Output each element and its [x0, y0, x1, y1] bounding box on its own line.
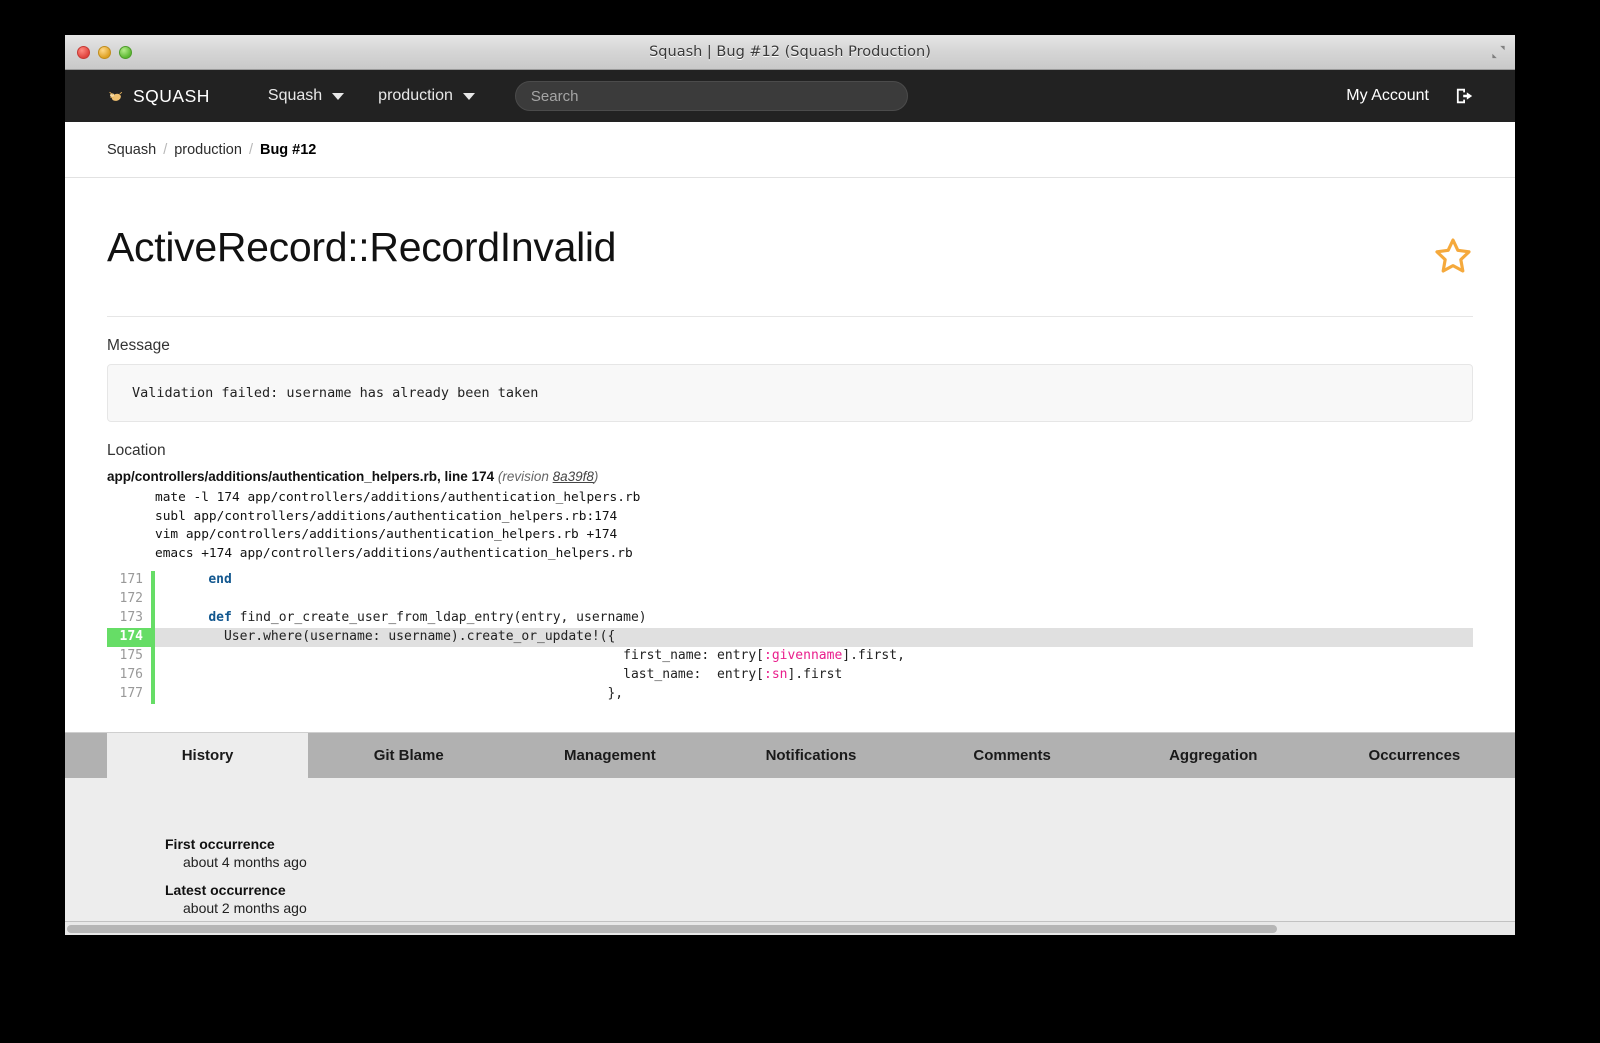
- code-line-number: 174: [107, 628, 155, 648]
- revision-info: (revision 8a39f8): [498, 469, 599, 484]
- code-line: 173 def find_or_create_user_from_ldap_en…: [107, 609, 1473, 629]
- logout-icon[interactable]: [1455, 87, 1475, 105]
- code-line: 171 end: [107, 571, 1473, 591]
- code-token: },: [177, 686, 624, 702]
- code-line-number: 172: [107, 590, 155, 610]
- first-occurrence-value: about 4 months ago: [183, 854, 307, 871]
- first-occurrence-label: First occurrence: [165, 836, 275, 853]
- tab-bar: History Git Blame Management Notifications C…: [65, 732, 1515, 779]
- code-line-text: [155, 590, 1473, 609]
- environment-dropdown[interactable]: production: [378, 87, 475, 105]
- tab-git-blame[interactable]: Git Blame: [308, 733, 510, 779]
- title-divider: [107, 316, 1473, 317]
- traffic-light-buttons: [77, 45, 132, 59]
- revision-suffix: ): [593, 469, 599, 484]
- code-line-text: User.where(username: username).create_or…: [155, 628, 1473, 648]
- code-line-text: },: [155, 685, 1473, 704]
- code-line: 175 first_name: entry[:givenname].first,: [107, 647, 1473, 667]
- navbar-right-group: My Account: [1346, 70, 1475, 122]
- chevron-down-icon: [332, 92, 345, 100]
- location-file-line: app/controllers/additions/authentication…: [107, 469, 1473, 484]
- tab-comments[interactable]: Comments: [911, 733, 1113, 779]
- application-window: Squash | Bug #12 (Squash Production) SQU…: [65, 35, 1515, 935]
- code-line: 176 last_name: entry[:sn].first: [107, 666, 1473, 686]
- window-titlebar: Squash | Bug #12 (Squash Production): [65, 35, 1515, 70]
- code-line-text: first_name: entry[:givenname].first,: [155, 647, 1473, 666]
- window-title: Squash | Bug #12 (Squash Production): [649, 44, 931, 60]
- location-label: Location: [107, 442, 166, 459]
- code-line-number: 176: [107, 666, 155, 686]
- search-input[interactable]: [514, 81, 908, 111]
- tab-notifications[interactable]: Notifications: [710, 733, 912, 779]
- app-navbar: SQUASH Squash production My Account: [65, 70, 1515, 122]
- code-token-sym: :sn: [764, 667, 788, 683]
- environment-dropdown-label: production: [378, 87, 453, 104]
- message-box: Validation failed: username has already …: [107, 364, 1473, 422]
- star-outline-icon[interactable]: [1433, 236, 1473, 276]
- code-token-kw: end: [208, 572, 232, 588]
- project-dropdown[interactable]: Squash: [267, 87, 345, 105]
- breadcrumb-item-production[interactable]: production: [174, 142, 242, 158]
- tab-bar-leading-spacer: [65, 733, 107, 779]
- code-line: 172: [107, 590, 1473, 610]
- code-token: first_name: entry[: [177, 648, 764, 664]
- code-line: 174 User.where(username: username).creat…: [107, 628, 1473, 648]
- chevron-down-icon: [462, 92, 475, 100]
- revision-prefix: (revision: [497, 469, 553, 484]
- code-token-sym: :givenname: [764, 648, 843, 664]
- breadcrumb: Squash / production / Bug #12: [65, 122, 1515, 178]
- zoom-window-button[interactable]: [119, 45, 132, 59]
- code-line-number: 173: [107, 609, 155, 629]
- minimize-window-button[interactable]: [98, 45, 111, 59]
- project-dropdown-label: Squash: [267, 87, 323, 104]
- code-token: last_name: entry[: [177, 667, 764, 683]
- code-token: User.where(username: username).create_or…: [177, 629, 616, 645]
- bug-icon: [109, 91, 123, 101]
- code-token-kw: def: [208, 610, 232, 626]
- tab-aggregation[interactable]: Aggregation: [1112, 733, 1314, 779]
- latest-occurrence-label: Latest occurrence: [165, 882, 286, 899]
- code-token: ].first,: [842, 648, 905, 664]
- close-window-button[interactable]: [77, 45, 90, 59]
- message-label: Message: [107, 337, 170, 354]
- code-line-text: end: [155, 571, 1473, 590]
- latest-occurrence-value: about 2 months ago: [183, 900, 307, 917]
- tab-management[interactable]: Management: [509, 733, 711, 779]
- horizontal-scrollbar[interactable]: [65, 921, 1515, 935]
- brand-home-link[interactable]: SQUASH: [107, 86, 210, 107]
- breadcrumb-item-squash[interactable]: Squash: [107, 142, 156, 158]
- breadcrumb-separator: /: [248, 141, 253, 158]
- code-line-text: last_name: entry[:sn].first: [155, 666, 1473, 685]
- code-line-text: def find_or_create_user_from_ldap_entry(…: [155, 609, 1473, 628]
- source-code-listing: 171 end 172 173 def find_or_create_user_fr…: [107, 571, 1473, 705]
- bug-title-row: ActiveRecord::RecordInvalid: [107, 178, 1473, 276]
- breadcrumb-separator: /: [163, 141, 168, 158]
- fullscreen-icon[interactable]: [1491, 45, 1506, 59]
- page-content: ActiveRecord::RecordInvalid Message Vali…: [65, 178, 1515, 705]
- horizontal-scrollbar-thumb[interactable]: [67, 925, 1277, 933]
- tab-occurrences[interactable]: Occurrences: [1313, 733, 1515, 779]
- history-tab-panel: First occurrence about 4 months ago Late…: [65, 778, 1515, 935]
- revision-link[interactable]: 8a39f8: [553, 469, 594, 484]
- code-line: 177 },: [107, 685, 1473, 705]
- location-file-path: app/controllers/additions/authentication…: [107, 469, 495, 484]
- page-title: ActiveRecord::RecordInvalid: [107, 224, 617, 270]
- code-token: ].first: [787, 667, 843, 683]
- my-account-link[interactable]: My Account: [1346, 87, 1429, 105]
- code-line-number: 175: [107, 647, 155, 667]
- code-line-number: 177: [107, 685, 155, 705]
- tab-history[interactable]: History: [107, 733, 309, 779]
- code-token: find_or_create_user_from_ldap_entry(entr…: [231, 610, 647, 626]
- brand-label: SQUASH: [133, 85, 210, 106]
- editor-open-commands: mate -l 174 app/controllers/additions/au…: [155, 490, 641, 561]
- breadcrumb-item-bug: Bug #12: [259, 141, 317, 158]
- code-line-number: 171: [107, 571, 155, 591]
